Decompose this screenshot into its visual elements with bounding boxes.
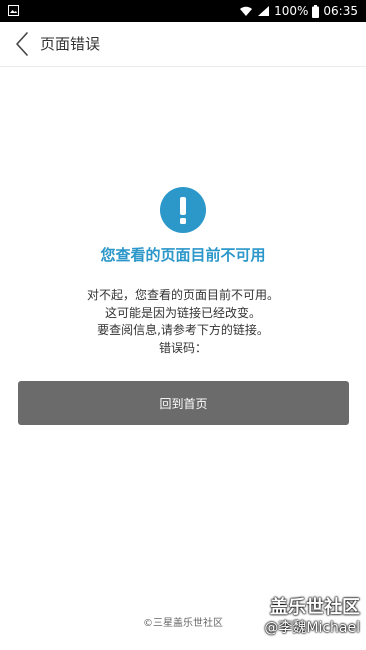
status-indicators: 100% 06:35	[239, 3, 358, 19]
gallery-icon	[8, 5, 19, 16]
error-message-line: 对不起，您查看的页面目前不可用。	[86, 288, 279, 302]
app-bar: 页面错误	[0, 22, 366, 67]
back-button[interactable]	[10, 30, 34, 58]
exclamation-icon	[160, 187, 206, 233]
page-title: 页面错误	[40, 35, 101, 53]
error-message: 对不起，您查看的页面目前不可用。 这可能是因为链接已经改变。 要查阅信息,请参考…	[0, 287, 366, 357]
error-message-line: 要查阅信息,请参考下方的链接。	[97, 323, 269, 337]
error-heading: 您查看的页面目前不可用	[100, 246, 266, 264]
watermark-community: 盖乐世社区	[270, 597, 360, 618]
back-to-home-button[interactable]: 回到首页	[18, 381, 349, 425]
screen: 100% 06:35 页面错误 您查看的页面目前不可用 对不起，您查看的页面目前…	[0, 0, 366, 650]
chevron-left-icon	[16, 32, 28, 56]
error-code-label: 错误码：	[158, 340, 207, 355]
wifi-icon	[240, 6, 253, 16]
battery-percent: 100%	[274, 4, 309, 18]
watermark-author: @李魏Michael	[264, 620, 360, 636]
watermark: 盖乐世社区 @李魏Michael	[264, 597, 360, 637]
signal-icon	[258, 6, 270, 16]
error-message-line: 这可能是因为链接已经改变。	[104, 305, 261, 320]
clock: 06:35	[323, 4, 358, 18]
status-bar: 100% 06:35	[0, 0, 366, 22]
battery-icon	[312, 4, 320, 18]
